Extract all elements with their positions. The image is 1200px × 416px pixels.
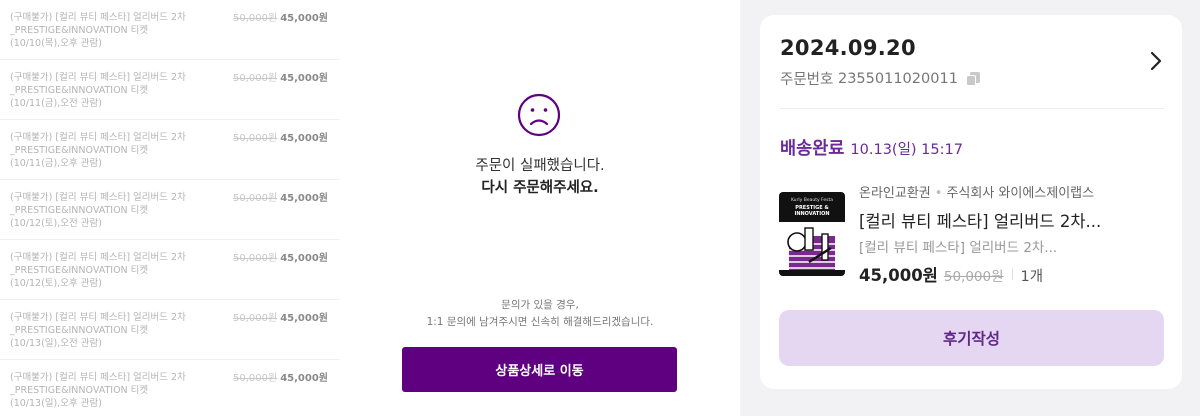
seller-name: 주식회사 와이에스제이랩스 <box>946 186 1095 201</box>
list-item-price: 50,000원 45,000원 <box>233 132 328 145</box>
thumbnail-brand: Kurly Beauty Festa <box>790 198 834 203</box>
order-history-panel: 2024.09.20 주문번호 2355011020011 배송완료 10.13… <box>740 0 1200 416</box>
product-list: (구매불가) [컬리 뷰티 페스타] 얼리버드 2차 _PRESTIGE&INN… <box>0 0 340 416</box>
list-item-price: 50,000원 45,000원 <box>233 252 328 265</box>
list-item[interactable]: (구매불가) [컬리 뷰티 페스타] 얼리버드 2차 _PRESTIGE&INN… <box>0 300 340 360</box>
order-number-label: 주문번호 <box>780 72 834 88</box>
order-card: 2024.09.20 주문번호 2355011020011 배송완료 10.13… <box>760 15 1182 389</box>
list-item[interactable]: (구매불가) [컬리 뷰티 페스타] 얼리버드 2차 _PRESTIGE&INN… <box>0 240 340 300</box>
list-item[interactable]: (구매불가) [컬리 뷰티 페스타] 얼리버드 2차 _PRESTIGE&INN… <box>0 120 340 180</box>
list-item-sale-price: 45,000원 <box>280 73 328 84</box>
price-info: 45,000원 50,000원 1개 <box>859 262 1043 286</box>
seller-info: 온라인교환권 • 주식회사 와이에스제이랩스 <box>859 182 1094 201</box>
sad-face-icon <box>517 93 561 137</box>
product-thumbnail[interactable]: Kurly Beauty Festa PRESTIGE & INNOVATION <box>779 192 845 276</box>
list-item-sale-price: 45,000원 <box>280 313 328 324</box>
list-item-name: (구매불가) [컬리 뷰티 페스타] 얼리버드 2차 _PRESTIGE&INN… <box>10 132 186 169</box>
list-item-original-price: 50,000원 <box>233 13 278 24</box>
help-text-line1: 문의가 있을 경우, <box>501 299 579 311</box>
list-item-name: (구매불가) [컬리 뷰티 페스타] 얼리버드 2차 _PRESTIGE&INN… <box>10 192 186 229</box>
product-option: [컬리 뷰티 페스타] 얼리버드 2차... <box>859 240 1058 256</box>
product-name[interactable]: [컬리 뷰티 페스타] 얼리버드 2차... <box>859 208 1101 232</box>
list-item-original-price: 50,000원 <box>233 313 278 324</box>
list-item-name: (구매불가) [컬리 뷰티 페스타] 얼리버드 2차 _PRESTIGE&INN… <box>10 72 186 109</box>
list-item-sale-price: 45,000원 <box>280 133 328 144</box>
help-text-line2: 1:1 문의에 남겨주시면 신속히 해결해드리겠습니다. <box>426 316 654 328</box>
original-price: 50,000원 <box>943 269 1004 285</box>
list-item-price: 50,000원 45,000원 <box>233 12 328 25</box>
error-message: 주문이 실패했습니다. <box>475 158 605 174</box>
delivery-status: 배송완료 10.13(일) 15:17 <box>780 135 963 160</box>
list-item-sale-price: 45,000원 <box>280 13 328 24</box>
list-item-name: (구매불가) [컬리 뷰티 페스타] 얼리버드 2차 _PRESTIGE&INN… <box>10 372 186 409</box>
list-item[interactable]: (구매불가) [컬리 뷰티 페스타] 얼리버드 2차 _PRESTIGE&INN… <box>0 360 340 416</box>
order-date: 2024.09.20 <box>780 36 916 60</box>
list-item-original-price: 50,000원 <box>233 253 278 264</box>
order-failed-panel: 주문이 실패했습니다. 다시 주문해주세요. 문의가 있을 경우, 1:1 문의… <box>340 0 740 416</box>
list-item-sale-price: 45,000원 <box>280 193 328 204</box>
list-item-name: (구매불가) [컬리 뷰티 페스타] 얼리버드 2차 _PRESTIGE&INN… <box>10 252 186 289</box>
list-item-name: (구매불가) [컬리 뷰티 페스타] 얼리버드 2차 _PRESTIGE&INN… <box>10 12 186 49</box>
list-item-price: 50,000원 45,000원 <box>233 72 328 85</box>
thumbnail-artwork <box>779 222 845 276</box>
error-instruction: 다시 주문해주세요. <box>481 180 599 196</box>
chevron-right-icon[interactable] <box>1144 49 1168 73</box>
list-item[interactable]: (구매불가) [컬리 뷰티 페스타] 얼리버드 2차 _PRESTIGE&INN… <box>0 0 340 60</box>
thumbnail-title: PRESTIGE & INNOVATION <box>779 205 845 217</box>
list-item-price: 50,000원 45,000원 <box>233 312 328 325</box>
seller-separator: • <box>934 186 943 201</box>
list-item-sale-price: 45,000원 <box>280 253 328 264</box>
list-item-original-price: 50,000원 <box>233 133 278 144</box>
copy-icon[interactable] <box>965 71 980 86</box>
thumbnail-title-line2: INNOVATION <box>794 211 830 217</box>
sale-price: 45,000원 <box>859 266 938 285</box>
status-time: 10.13(일) 15:17 <box>850 142 963 158</box>
go-to-product-detail-button[interactable]: 상품상세로 이동 <box>402 347 677 392</box>
list-item[interactable]: (구매불가) [컬리 뷰티 페스타] 얼리버드 2차 _PRESTIGE&INN… <box>0 180 340 240</box>
list-item-sale-price: 45,000원 <box>280 373 328 384</box>
status-badge: 배송완료 <box>780 139 845 159</box>
write-review-button[interactable]: 후기작성 <box>779 310 1164 366</box>
order-number-value: 2355011020011 <box>837 70 958 87</box>
list-item-price: 50,000원 45,000원 <box>233 372 328 385</box>
order-number: 주문번호 2355011020011 <box>780 68 980 89</box>
seller-category: 온라인교환권 <box>859 186 931 201</box>
divider <box>780 108 1164 109</box>
list-item-original-price: 50,000원 <box>233 73 278 84</box>
list-item[interactable]: (구매불가) [컬리 뷰티 페스타] 얼리버드 2차 _PRESTIGE&INN… <box>0 60 340 120</box>
quantity: 1개 <box>1020 269 1044 285</box>
list-item-name: (구매불가) [컬리 뷰티 페스타] 얼리버드 2차 _PRESTIGE&INN… <box>10 312 186 349</box>
list-item-original-price: 50,000원 <box>233 373 278 384</box>
list-item-price: 50,000원 45,000원 <box>233 192 328 205</box>
divider <box>1011 268 1013 280</box>
list-item-original-price: 50,000원 <box>233 193 278 204</box>
